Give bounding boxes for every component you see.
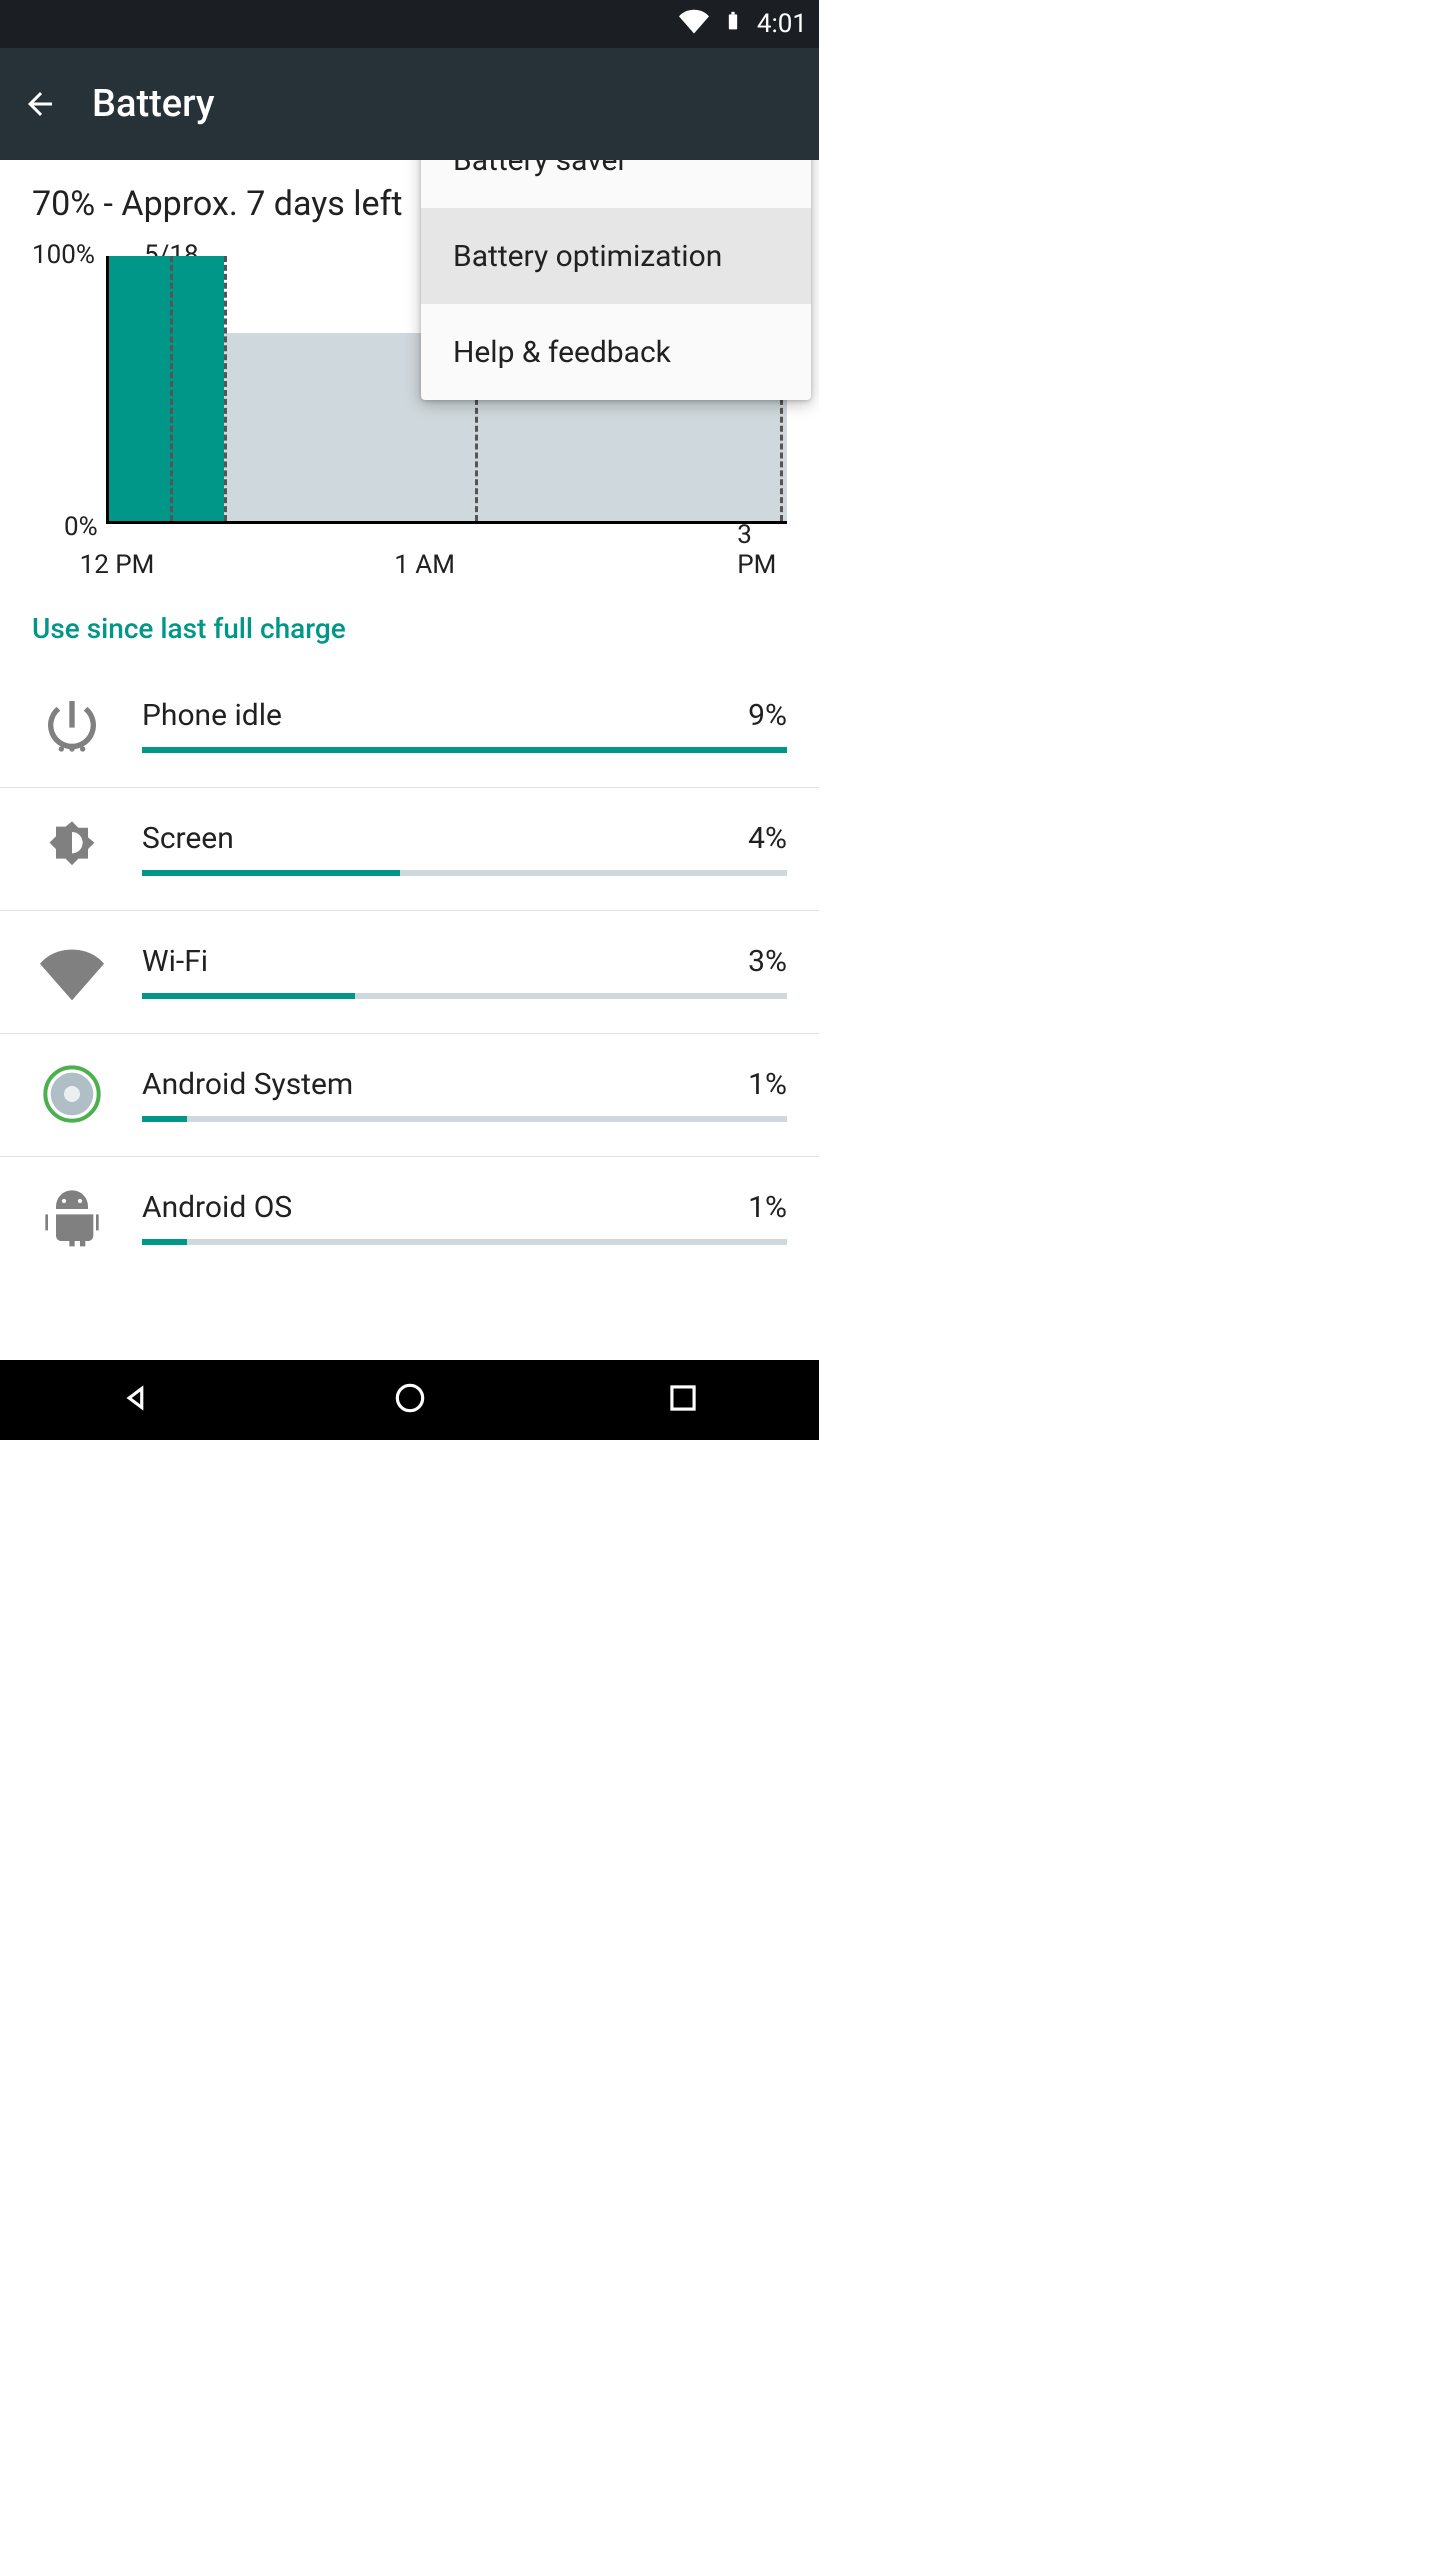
wifi-icon [32, 931, 112, 1011]
menu-item-help-feedback[interactable]: Help & feedback [421, 304, 811, 400]
yaxis-label-bot: 0% [64, 512, 98, 542]
usage-item-android-system[interactable]: Android System 1% [0, 1034, 819, 1157]
nav-home-icon[interactable] [391, 1379, 429, 1421]
usage-pct: 1% [748, 1067, 787, 1102]
xaxis-label: 12 PM [80, 550, 155, 580]
usage-bar [142, 993, 787, 999]
usage-list: Phone idle 9% Screen 4% [0, 665, 819, 1279]
status-bar: 4:01 [0, 0, 819, 48]
nav-recent-icon[interactable] [664, 1379, 702, 1421]
xaxis-label: 3 PM [737, 520, 776, 580]
usage-bar [142, 1116, 787, 1122]
usage-bar [142, 1239, 787, 1245]
chart-tick-dash [224, 256, 227, 521]
navigation-bar [0, 1360, 819, 1440]
chart-tick-dash [170, 256, 173, 521]
battery-status-icon [723, 6, 743, 43]
power-icon [32, 685, 112, 765]
nav-back-icon[interactable] [118, 1379, 156, 1421]
chart-area-past [109, 256, 224, 521]
usage-bar [142, 870, 787, 876]
usage-label: Android OS [142, 1190, 292, 1225]
menu-item-battery-saver[interactable]: Battery saver [421, 160, 811, 208]
page-title: Battery [92, 82, 215, 126]
usage-item-phone-idle[interactable]: Phone idle 9% [0, 665, 819, 788]
brightness-icon [32, 808, 112, 888]
usage-label: Wi-Fi [142, 944, 208, 979]
back-button[interactable] [16, 80, 64, 128]
menu-item-label: Help & feedback [453, 335, 671, 370]
usage-pct: 9% [748, 698, 787, 733]
usage-label: Phone idle [142, 698, 282, 733]
app-bar: Battery [0, 48, 819, 160]
status-time: 4:01 [757, 9, 807, 39]
menu-item-label: Battery saver [453, 160, 628, 178]
overflow-menu: Battery saver Battery optimization Help … [421, 160, 811, 400]
usage-label: Android System [142, 1067, 353, 1102]
yaxis-label-top: 100% [32, 240, 95, 270]
usage-pct: 4% [748, 821, 787, 856]
usage-item-screen[interactable]: Screen 4% [0, 788, 819, 911]
wifi-status-icon [679, 6, 709, 43]
menu-item-battery-optimization[interactable]: Battery optimization [421, 208, 811, 304]
usage-item-android-os[interactable]: Android OS 1% [0, 1157, 819, 1279]
usage-label: Screen [142, 821, 234, 856]
xaxis-label: 1 AM [394, 550, 455, 580]
usage-bar [142, 747, 787, 753]
menu-item-label: Battery optimization [453, 239, 722, 274]
android-os-icon [32, 1177, 112, 1257]
android-sys-icon [32, 1054, 112, 1134]
usage-section-header: Use since last full charge [0, 596, 819, 665]
usage-pct: 1% [748, 1190, 787, 1225]
usage-pct: 3% [748, 944, 787, 979]
usage-item-wifi[interactable]: Wi-Fi 3% [0, 911, 819, 1034]
